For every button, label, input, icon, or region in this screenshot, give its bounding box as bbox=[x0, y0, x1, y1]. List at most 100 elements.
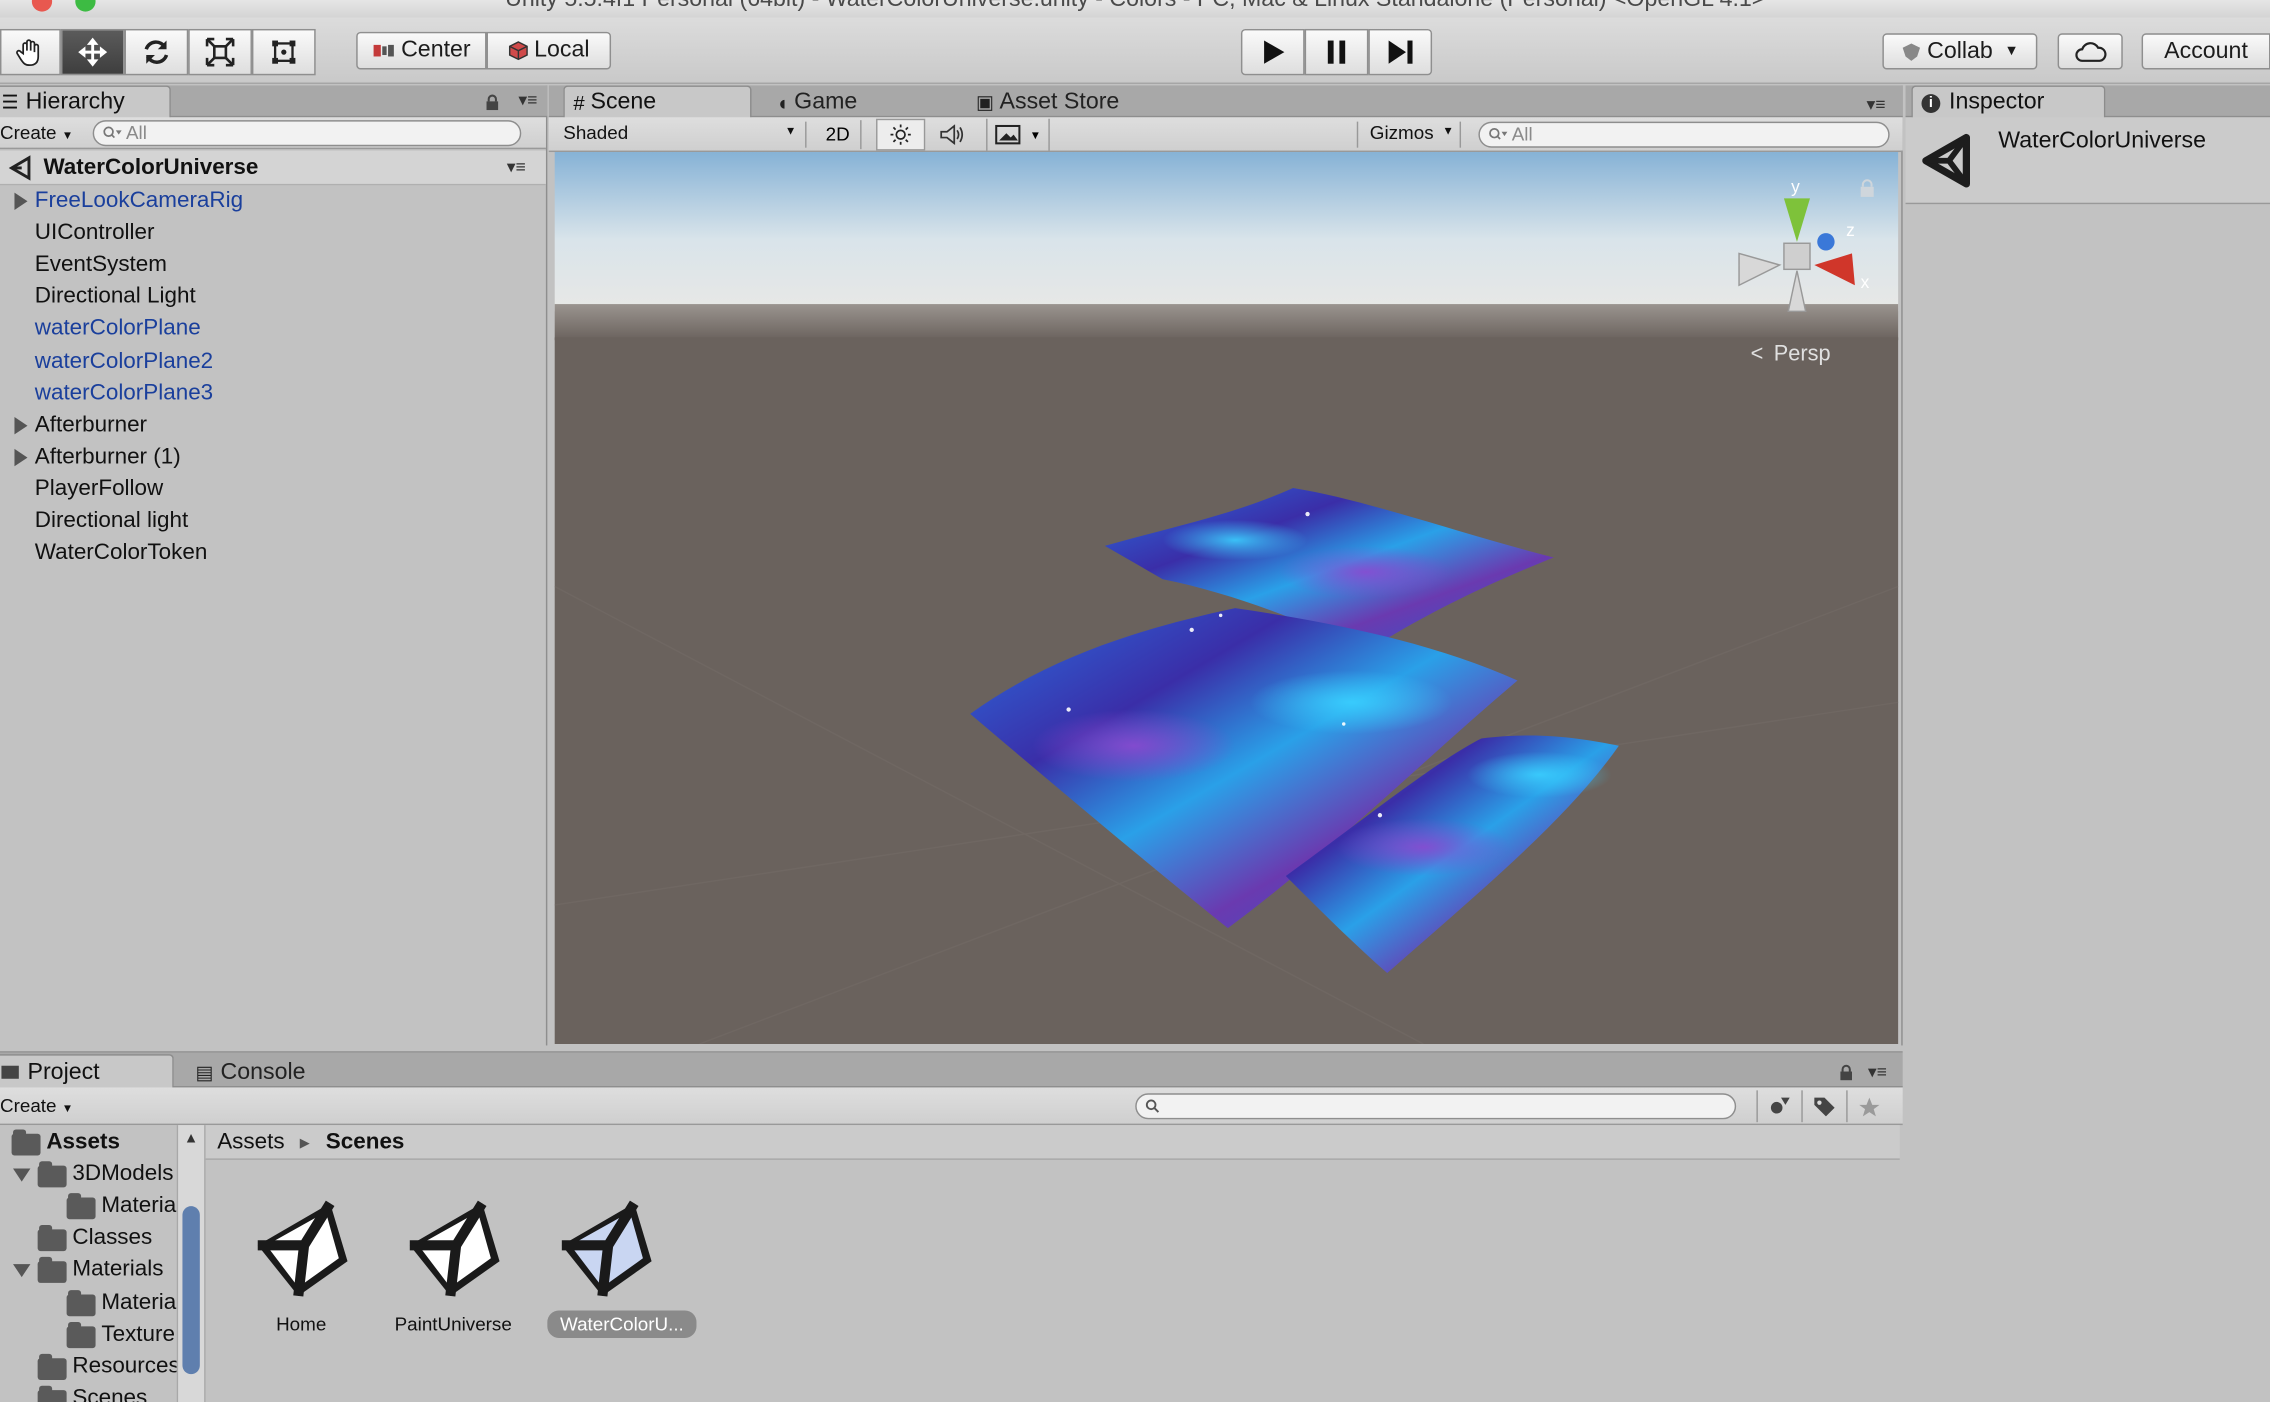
folder-tree-scrollbar[interactable]: ▲ bbox=[176, 1125, 206, 1402]
hierarchy-item[interactable]: EventSystem bbox=[35, 249, 167, 281]
expand-arrow-icon[interactable] bbox=[14, 416, 28, 434]
collab-dropdown[interactable]: Collab ▼ bbox=[1882, 33, 2038, 70]
panel-menu-icon[interactable]: ▾≡ bbox=[518, 90, 537, 110]
folder-tree-item[interactable]: 3DModels bbox=[72, 1159, 173, 1191]
scale-icon bbox=[205, 37, 235, 67]
cloud-icon bbox=[2074, 41, 2106, 62]
folder-tree-item[interactable]: Resources bbox=[72, 1351, 176, 1383]
toggle-2d-button[interactable]: 2D bbox=[815, 120, 862, 150]
rotate-tool-button[interactable] bbox=[124, 28, 189, 76]
hierarchy-create-menu[interactable]: Create ▼ bbox=[0, 122, 73, 144]
expand-arrow-icon[interactable] bbox=[14, 448, 28, 466]
panel-menu-icon[interactable]: ▾≡ bbox=[1868, 1061, 1887, 1081]
lock-icon[interactable] bbox=[485, 94, 499, 111]
scene-search-input[interactable]: All bbox=[1478, 121, 1890, 148]
asset-label: WaterColorU... bbox=[547, 1310, 697, 1338]
pause-button[interactable] bbox=[1304, 28, 1369, 76]
hierarchy-item[interactable]: Directional Light bbox=[35, 281, 196, 313]
pacman-icon: ◖ bbox=[776, 91, 789, 115]
create-label: Create bbox=[0, 1094, 57, 1117]
scrollbar-thumb[interactable] bbox=[182, 1206, 200, 1375]
tab-inspector[interactable]: i Inspector bbox=[1911, 85, 2106, 119]
folder-tree-item[interactable]: Materials bbox=[72, 1255, 163, 1287]
breadcrumb-assets[interactable]: Assets bbox=[217, 1129, 284, 1155]
asset-tile[interactable]: WaterColorU... bbox=[544, 1160, 697, 1348]
search-by-label-button[interactable] bbox=[1801, 1090, 1844, 1123]
hand-tool-button[interactable] bbox=[0, 28, 61, 76]
breadcrumb-separator-icon: ▶ bbox=[299, 1135, 310, 1150]
hierarchy-item[interactable]: waterColorPlane3 bbox=[35, 377, 213, 409]
dropdown-caret-icon: ▼ bbox=[1442, 124, 1454, 138]
folder-tree-item[interactable]: Classes bbox=[72, 1223, 152, 1255]
scene-viewport[interactable]: y z x < Persp bbox=[554, 152, 1899, 1045]
hierarchy-item[interactable]: waterColorPlane bbox=[35, 313, 201, 345]
scene-options-icon[interactable]: ▾≡ bbox=[507, 156, 526, 176]
space-mode-button[interactable]: Local bbox=[486, 31, 612, 70]
tab-scene-label: Scene bbox=[590, 89, 657, 115]
collab-label: Collab bbox=[1927, 38, 1993, 63]
breadcrumb-scenes[interactable]: Scenes bbox=[326, 1129, 405, 1155]
scroll-up-arrow-icon[interactable]: ▲ bbox=[184, 1131, 198, 1147]
shading-mode-label: Shaded bbox=[563, 121, 629, 144]
folder-tree-item[interactable]: Assets bbox=[46, 1127, 120, 1159]
filter-by-type-icon bbox=[1770, 1097, 1790, 1114]
tab-asset-store[interactable]: ▣ Asset Store bbox=[966, 85, 1183, 118]
create-label: Create bbox=[0, 121, 57, 144]
scale-tool-button[interactable] bbox=[188, 28, 252, 76]
folder-tree-item[interactable]: Materia bbox=[101, 1287, 176, 1319]
scene-header-row[interactable]: WaterColorUniverse ▾≡ bbox=[0, 150, 546, 186]
move-tool-button[interactable] bbox=[60, 28, 125, 76]
scene-audio-toggle[interactable] bbox=[931, 119, 974, 151]
expand-arrow-icon[interactable] bbox=[14, 192, 28, 210]
step-icon bbox=[1388, 40, 1413, 64]
tab-hierarchy[interactable]: ☰ Hierarchy bbox=[0, 85, 171, 119]
tab-project[interactable]: Project bbox=[0, 1054, 174, 1089]
scene-lighting-toggle[interactable] bbox=[876, 118, 926, 151]
folder-icon bbox=[37, 1225, 67, 1252]
project-search-input[interactable] bbox=[1135, 1093, 1737, 1120]
step-button[interactable] bbox=[1368, 28, 1433, 76]
gizmos-label: Gizmos bbox=[1369, 121, 1434, 144]
folder-tree-item[interactable]: Texture bbox=[101, 1319, 175, 1351]
hierarchy-item[interactable]: FreeLookCameraRig bbox=[35, 185, 243, 217]
shading-mode-dropdown[interactable]: Shaded ▼ bbox=[563, 121, 807, 148]
search-by-type-button[interactable] bbox=[1756, 1090, 1799, 1123]
rect-tool-button[interactable] bbox=[251, 28, 316, 76]
tab-console[interactable]: ▤ Console bbox=[185, 1054, 359, 1089]
folder-tree-item[interactable]: Materia bbox=[101, 1191, 176, 1223]
lock-icon[interactable] bbox=[1839, 1064, 1853, 1081]
tab-project-label: Project bbox=[27, 1059, 100, 1084]
hierarchy-search-input[interactable]: All bbox=[92, 120, 522, 147]
favorites-button[interactable] bbox=[1846, 1090, 1889, 1123]
hierarchy-item[interactable]: waterColorPlane2 bbox=[35, 345, 213, 377]
hand-icon bbox=[16, 39, 40, 67]
scene-subbar: Shaded ▼ 2D ▼ Gizmos ▼ All bbox=[548, 117, 1903, 153]
hierarchy-item[interactable]: Afterburner bbox=[35, 409, 147, 441]
account-button[interactable]: Account bbox=[2141, 33, 2270, 70]
window-title: Unity 5.5.4f1 Personal (64bit) - WaterCo… bbox=[0, 0, 2270, 13]
project-create-menu[interactable]: Create ▼ bbox=[0, 1095, 73, 1117]
asset-grid: Home PaintUniverse WaterColorU... bbox=[206, 1160, 1900, 1402]
pivot-mode-button[interactable]: Center bbox=[356, 31, 487, 70]
folder-tree-item[interactable]: Scenes bbox=[72, 1383, 147, 1402]
collapse-arrow-icon[interactable] bbox=[13, 1168, 31, 1182]
gizmos-dropdown[interactable]: Gizmos ▼ bbox=[1356, 121, 1462, 148]
hierarchy-item[interactable]: UIController bbox=[35, 217, 155, 249]
tab-game[interactable]: ◖ Game bbox=[766, 85, 954, 118]
play-button[interactable] bbox=[1240, 28, 1305, 76]
panel-menu-icon[interactable]: ▾≡ bbox=[1866, 94, 1885, 114]
tab-console-label: Console bbox=[220, 1059, 306, 1084]
hierarchy-item[interactable]: Directional light bbox=[35, 505, 188, 537]
hierarchy-item[interactable]: WaterColorToken bbox=[35, 537, 208, 569]
asset-tile[interactable]: Home bbox=[240, 1160, 379, 1348]
tab-scene[interactable]: # Scene bbox=[563, 85, 752, 119]
search-icon bbox=[1489, 128, 1508, 140]
scene-effects-dropdown[interactable]: ▼ bbox=[986, 118, 1050, 151]
asset-tile[interactable]: PaintUniverse bbox=[392, 1160, 531, 1348]
hierarchy-list: FreeLookCameraRig UIController EventSystem… bbox=[0, 185, 546, 619]
cloud-services-button[interactable] bbox=[2057, 33, 2123, 70]
hierarchy-item[interactable]: Afterburner (1) bbox=[35, 441, 181, 473]
pivot-center-icon bbox=[373, 44, 394, 57]
hierarchy-item[interactable]: PlayerFollow bbox=[35, 473, 163, 505]
collapse-arrow-icon[interactable] bbox=[13, 1264, 31, 1278]
